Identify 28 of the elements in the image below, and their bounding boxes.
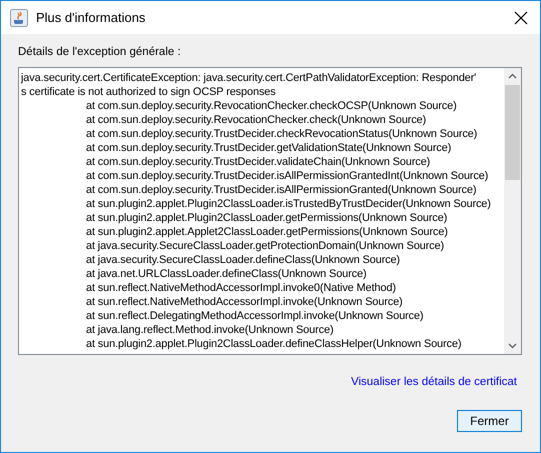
window-title: Plus d'informations <box>36 10 146 25</box>
stack-trace-line: at com.sun.deploy.security.TrustDecider.isAllPermissionGrantedInt(Unknown Source) <box>85 169 490 183</box>
stack-trace-line: at sun.reflect.NativeMethodAccessorImpl.invoke0(Native Method) <box>85 281 397 295</box>
stack-trace-line: at sun.plugin2.applet.Plugin2ClassLoader.defineClassHelper(Unknown Source) <box>85 337 462 351</box>
stack-trace-line: at sun.reflect.NativeMethodAccessorImpl.invoke(Unknown Source) <box>85 295 404 309</box>
stack-trace-line: at sun.plugin2.applet.Plugin2ClassLoader.getPermissions(Unknown Source) <box>85 211 448 225</box>
stack-trace-line: at java.net.URLClassLoader.defineClass(Unknown Source) <box>85 267 368 281</box>
close-button[interactable]: Fermer <box>457 410 522 432</box>
stack-trace-line: java.security.cert.CertificateException: java.security.cert.CertPathValidatorException: Responder' <box>21 71 478 85</box>
scrollbar-thumb[interactable] <box>505 85 520 180</box>
stack-trace-line: at sun.plugin2.applet.Applet2ClassLoader.getPermissions(Unknown Source) <box>85 225 449 239</box>
stack-trace-line: at com.sun.deploy.security.RevocationChecker.checkOCSP(Unknown Source) <box>85 99 458 113</box>
section-label: Détails de l'exception générale : <box>18 46 182 58</box>
close-icon[interactable] <box>514 10 528 24</box>
stack-trace-line: at sun.plugin2.applet.Plugin2ClassLoader.isTrustedByTrustDecider(Unknown Source) <box>85 197 492 211</box>
stack-trace-line: at com.sun.deploy.security.TrustDecider.getValidationState(Unknown Source) <box>85 141 452 155</box>
stack-trace-line: s certificate is not authorized to sign OCSP responses <box>21 85 277 99</box>
stack-trace-line: at com.sun.deploy.security.RevocationChecker.check(Unknown Source) <box>85 113 428 127</box>
stack-trace-line: at java.security.SecureClassLoader.getProtectionDomain(Unknown Source) <box>85 239 445 253</box>
coffee-cup-icon <box>10 8 28 26</box>
stack-trace-line: at com.sun.deploy.security.TrustDecider.isAllPermissionGranted(Unknown Source) <box>85 183 478 197</box>
stack-trace-line: at com.sun.deploy.security.TrustDecider.validateChain(Unknown Source) <box>85 155 432 169</box>
certificate-details-link[interactable]: Visualiser les détails de certificat <box>351 376 517 388</box>
stack-trace-line: at java.lang.reflect.Method.invoke(Unknown Source) <box>85 323 334 337</box>
stack-trace-line: at com.sun.deploy.security.TrustDecider.checkRevocationStatus(Unknown Source) <box>85 127 478 141</box>
stack-trace-line: at sun.reflect.DelegatingMethodAccessorImpl.invoke(Unknown Source) <box>85 309 424 323</box>
scrollbar[interactable] <box>504 68 521 354</box>
stack-trace-line: at java.security.SecureClassLoader.defineClass(Unknown Source) <box>85 253 401 267</box>
